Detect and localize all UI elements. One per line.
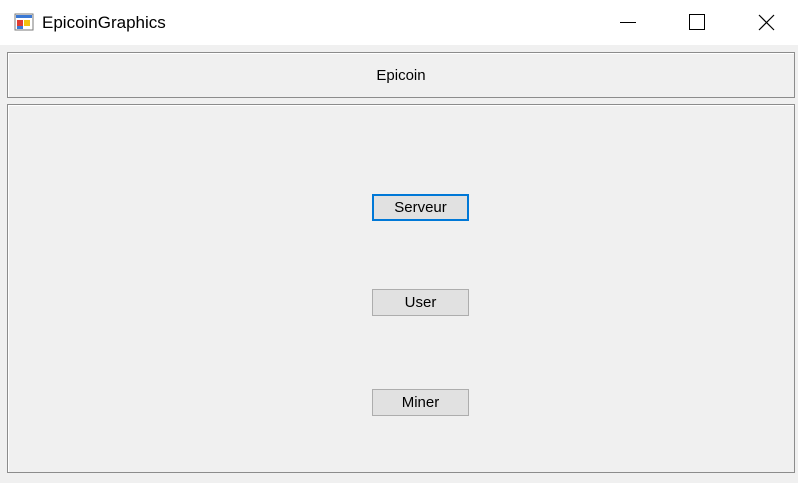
title-bar[interactable]: EpicoinGraphics bbox=[0, 0, 798, 45]
maximize-button[interactable] bbox=[673, 0, 719, 45]
close-icon bbox=[758, 14, 775, 31]
app-window: EpicoinGraphics Epicoin Serveur User Min… bbox=[0, 0, 798, 483]
window-title: EpicoinGraphics bbox=[42, 13, 166, 32]
close-button[interactable] bbox=[742, 0, 788, 45]
serveur-button[interactable]: Serveur bbox=[372, 194, 469, 221]
header-panel: Epicoin bbox=[7, 52, 795, 98]
maximize-icon bbox=[689, 14, 705, 30]
minimize-icon bbox=[620, 22, 636, 23]
main-panel: Serveur User Miner bbox=[7, 104, 795, 473]
header-label: Epicoin bbox=[376, 67, 426, 84]
user-button[interactable]: User bbox=[372, 289, 469, 316]
app-icon bbox=[14, 12, 34, 32]
minimize-button[interactable] bbox=[604, 0, 650, 45]
miner-button[interactable]: Miner bbox=[372, 389, 469, 416]
